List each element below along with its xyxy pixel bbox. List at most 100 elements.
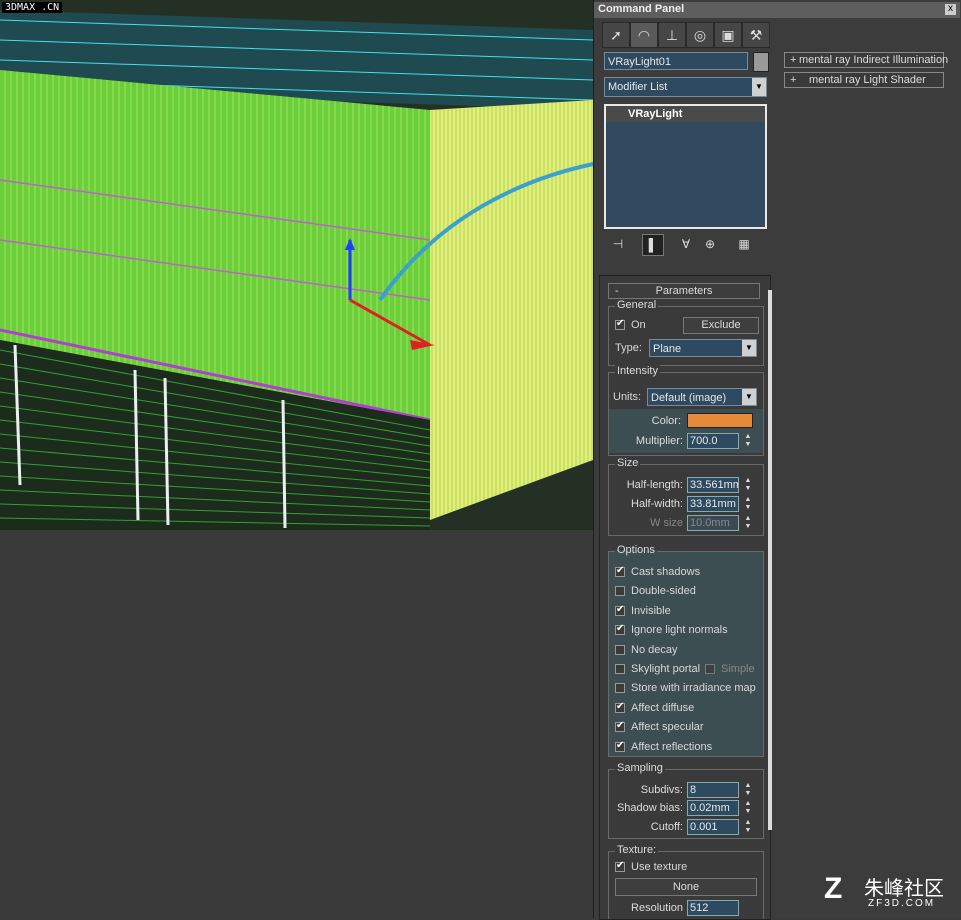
tab-hierarchy[interactable]: ⊥ (658, 22, 686, 48)
cutoff-spinner[interactable]: 0.001 (687, 819, 739, 835)
w-size-spinner: 10.0mm (687, 515, 739, 531)
parameters-title: Parameters (655, 285, 713, 297)
parameters-header[interactable]: - Parameters (608, 283, 760, 299)
general-group: General On Exclude Type: Plane ▼ (608, 299, 764, 366)
units-label: Units: (613, 391, 642, 403)
type-value: Plane (653, 343, 682, 355)
logo-text: 朱峰社区 (864, 878, 944, 900)
group-label: Options (615, 544, 657, 556)
wireframe-scene (0, 0, 593, 530)
texture-none-button[interactable]: None (615, 878, 757, 896)
spinner-arrows-icon: ▲ ▼ (744, 515, 752, 530)
type-dropdown[interactable]: Plane ▼ (649, 339, 757, 357)
option-checkbox[interactable] (615, 664, 625, 674)
object-name-field[interactable]: VRayLight01 (604, 52, 748, 70)
tab-motion[interactable]: ◎ (686, 22, 714, 48)
half-length-label: Half-length: (626, 479, 683, 491)
show-end-result-icon[interactable]: ▌ (642, 234, 664, 256)
make-unique-icon[interactable]: ∀ (676, 234, 696, 254)
close-icon[interactable]: x (945, 4, 956, 15)
options-group: Options Cast shadows Double-sided Invisibl… (608, 544, 764, 757)
spinner-arrows-icon[interactable]: ▲ ▼ (743, 477, 753, 493)
chevron-down-icon[interactable]: ▼ (742, 340, 756, 356)
option-checkbox[interactable] (615, 623, 625, 636)
option-label: Affect specular (631, 721, 704, 734)
modifier-list-dropdown[interactable]: Modifier List ▼ (604, 77, 767, 97)
option-checkbox[interactable] (615, 586, 625, 597)
expand-plus: + (790, 54, 797, 66)
group-label: General (615, 299, 659, 311)
tab-display[interactable]: ▣ (714, 22, 742, 48)
w-size-label: W size (650, 517, 683, 529)
simple-label: Simple (721, 663, 755, 675)
stack-item-vraylight[interactable]: VRayLight (606, 106, 765, 122)
half-length-spinner[interactable]: 33.561mm (687, 477, 739, 493)
color-label: Color: (651, 415, 681, 427)
tab-create[interactable]: ➚ (602, 22, 630, 48)
intensity-group: Intensity Units: Default (image) ▼ Color… (608, 365, 764, 456)
option-checkbox[interactable] (615, 740, 625, 752)
option-checkbox[interactable] (615, 683, 625, 694)
hierarchy-icon: ⊥ (665, 27, 679, 43)
command-panel-titlebar[interactable]: Command Panel x (594, 2, 960, 18)
size-group: Size Half-length: 33.561mm ▲ ▼ Half-width… (608, 457, 764, 536)
option-checkbox[interactable] (615, 604, 625, 616)
color-swatch[interactable] (687, 413, 753, 428)
half-width-spinner[interactable]: 33.81mm (687, 496, 739, 512)
logo-subtext: ZF3D.COM (868, 898, 936, 909)
chevron-down-icon[interactable]: ▼ (742, 389, 756, 405)
use-texture-checkbox[interactable] (615, 860, 625, 872)
group-label: Intensity (615, 365, 660, 377)
tab-utilities[interactable]: ⚒ (742, 22, 770, 48)
sampling-group: Sampling Subdivs: 8 ▲ ▼ Shadow bias: 0.02… (608, 762, 764, 839)
cutoff-label: Cutoff: (650, 821, 683, 833)
remove-modifier-icon[interactable]: ⊕ (700, 234, 720, 254)
spinner-arrows-icon[interactable]: ▲ ▼ (743, 496, 753, 512)
shadow-bias-spinner[interactable]: 0.02mm (687, 800, 739, 816)
option-label: No decay (631, 643, 678, 656)
option-label: Cast shadows (631, 566, 701, 578)
spinner-arrows-icon[interactable]: ▲ ▼ (743, 800, 753, 816)
option-checkbox[interactable] (615, 644, 625, 655)
modify-curve-icon: ◠ (637, 27, 651, 43)
multiplier-label: Multiplier: (635, 435, 683, 447)
modifier-stack[interactable]: VRayLight (604, 104, 767, 229)
option-checkbox[interactable] (615, 720, 625, 733)
option-checkbox[interactable] (615, 565, 625, 577)
rollout-mental-ray-shader[interactable]: + mental ray Light Shader (784, 72, 944, 88)
group-label: Texture: (615, 844, 659, 856)
viewport-empty-area (0, 530, 593, 918)
configure-modifier-sets-icon[interactable]: ▦ (734, 234, 754, 254)
type-label: Type: (615, 342, 642, 354)
option-checkbox[interactable] (615, 701, 625, 713)
rollout-label: mental ray Light Shader (809, 74, 926, 86)
shadow-bias-label: Shadow bias: (616, 802, 683, 814)
spinner-arrows-icon[interactable]: ▲ ▼ (743, 782, 753, 798)
hammer-icon: ⚒ (749, 27, 763, 43)
subdivs-spinner[interactable]: 8 (687, 782, 739, 798)
panel-scrollbar[interactable] (768, 290, 772, 830)
option-label: Skylight portal (631, 663, 701, 675)
multiplier-spinner[interactable]: 700.0 (687, 433, 739, 449)
object-color-swatch[interactable] (753, 52, 769, 72)
resolution-spinner[interactable]: 512 (687, 900, 739, 916)
expand-plus: + (790, 74, 797, 86)
viewport[interactable]: 3DMAX .CN (0, 0, 593, 530)
cursor-arrow-icon: ➚ (610, 27, 622, 43)
resolution-label: Resolution (631, 902, 683, 914)
modifier-list-label: Modifier List (608, 81, 668, 93)
chevron-down-icon[interactable]: ▼ (752, 78, 766, 96)
display-monitor-icon: ▣ (721, 27, 735, 43)
group-label: Size (615, 457, 641, 469)
exclude-button[interactable]: Exclude (683, 317, 759, 334)
rollout-mental-ray-indirect[interactable]: + mental ray Indirect Illumination (784, 52, 948, 68)
option-label: Double-sided (631, 585, 696, 598)
units-dropdown[interactable]: Default (image) ▼ (647, 388, 757, 406)
tab-modify[interactable]: ◠ (630, 22, 658, 48)
on-checkbox[interactable] (615, 318, 625, 330)
pin-stack-icon[interactable]: ⊣ (608, 234, 628, 254)
spinner-arrows-icon[interactable]: ▲ ▼ (743, 819, 753, 835)
parameters-rollout: - Parameters General On Exclude Type: Pl… (599, 275, 771, 920)
spinner-arrows-icon[interactable]: ▲ ▼ (743, 433, 753, 449)
command-panel: Command Panel x ➚ ◠ ⊥ ◎ ▣ ⚒ VRayLight01 … (593, 0, 961, 920)
